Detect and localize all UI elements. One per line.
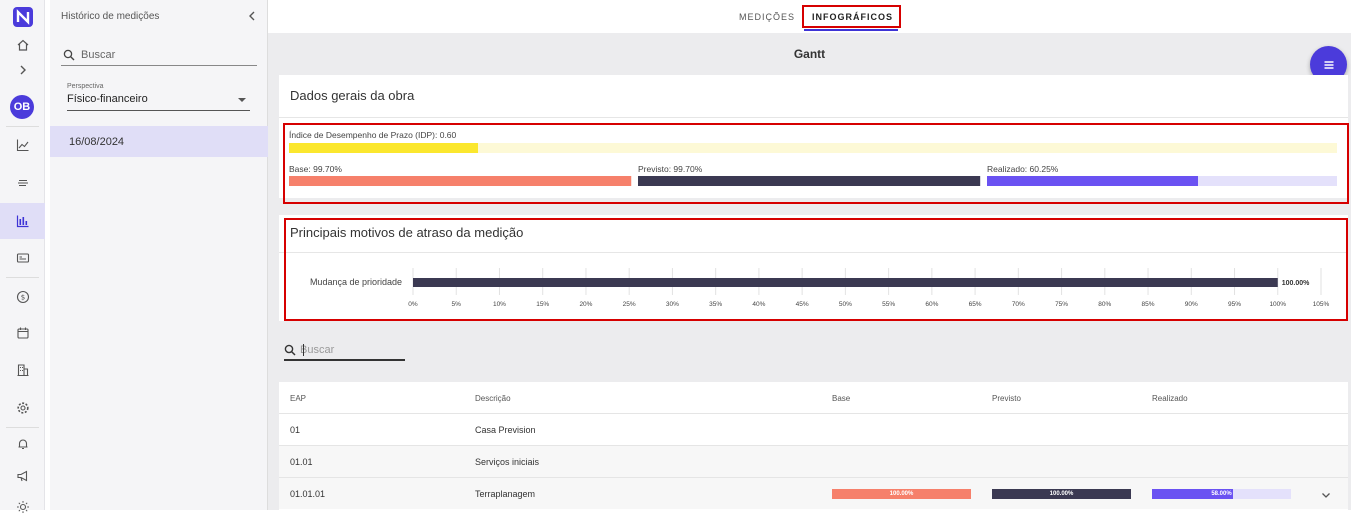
column-header-realizado[interactable]: Realizado [1152,394,1188,403]
chevron-down-icon[interactable] [1320,489,1332,501]
eap-cell: 01.01 [290,457,313,467]
money-icon[interactable]: $ [0,279,45,315]
highlight-box-tab [802,5,901,28]
avatar[interactable]: OB [10,95,34,119]
menu-icon [1324,60,1333,69]
history-search-input[interactable]: Buscar [61,44,257,66]
search-placeholder: Buscar [81,48,116,61]
search-placeholder: Buscar [300,343,335,356]
previsto-progress-bar: 100.00% [992,489,1131,499]
history-date-item[interactable]: 16/08/2024 [50,126,268,157]
chart-line-icon[interactable] [0,127,45,163]
caret-down-icon [238,98,246,102]
perspective-select[interactable]: Físico-financeiro [67,93,250,111]
card-divider [279,117,1348,118]
descricao-cell: Serviços iniciais [475,457,540,467]
descricao-cell: Casa Prevision [475,425,536,435]
table-row[interactable]: 01 Casa Prevision [279,413,1348,445]
perspective-label: Perspectiva [67,83,104,90]
search-icon [284,344,296,356]
sun-icon[interactable] [0,489,45,525]
eap-cell: 01 [290,425,301,435]
base-progress-label: 100.00% [889,491,914,497]
perspective-value: Físico-financeiro [67,93,148,105]
search-icon [63,49,75,60]
page-title: Gantt [793,47,826,61]
chevron-right-icon[interactable] [0,52,45,88]
tab-medicoes[interactable]: MEDIÇÕES [739,12,795,22]
active-tab-indicator [804,29,898,31]
descricao-cell: Terraplanagem [475,489,536,499]
column-header-eap[interactable]: EAP [290,394,306,403]
app-logo-icon[interactable] [13,7,33,27]
chevron-left-icon[interactable] [246,10,258,22]
realizado-progress-label: 58.00% [1211,491,1232,497]
eap-table: EAP Descrição Base Previsto Realizado 01… [279,382,1348,510]
table-row[interactable]: 01.01.01 Terraplanagem 100.00% 100.00% 5… [279,477,1348,509]
column-header-descricao[interactable]: Descrição [475,394,511,403]
nav-rail: OB $ [0,0,45,513]
list-icon[interactable] [0,165,45,201]
calendar-icon[interactable] [0,315,45,351]
history-panel: Histórico de medições Buscar Perspectiva… [50,0,268,510]
base-progress-bar: 100.00% [832,489,971,499]
tab-bar: MEDIÇÕES INFOGRÁFICOS [268,0,1351,33]
main-content: MEDIÇÕES INFOGRÁFICOS Gantt Dados gerais… [268,0,1351,510]
column-header-base[interactable]: Base [832,394,850,403]
text-cursor [303,344,304,356]
eap-cell: 01.01.01 [290,489,326,499]
svg-text:$: $ [20,294,24,302]
gear-icon[interactable] [0,390,45,426]
dados-gerais-title: Dados gerais da obra [290,88,415,103]
rail-divider [6,277,39,278]
column-header-previsto[interactable]: Previsto [992,394,1021,403]
bar-chart-icon[interactable] [0,203,45,239]
highlight-box-motivos [284,218,1348,321]
bell-icon[interactable] [0,426,45,462]
table-row[interactable]: 01.01 Serviços iniciais [279,445,1348,477]
previsto-progress-label: 100.00% [1049,491,1074,497]
panel-title: Histórico de medições [61,11,160,22]
realizado-progress-bar: 58.00% [1152,489,1291,499]
table-search-input[interactable]: Buscar [284,340,405,361]
building-icon[interactable] [0,352,45,388]
highlight-box-dados [283,123,1349,204]
card-icon[interactable] [0,240,45,276]
